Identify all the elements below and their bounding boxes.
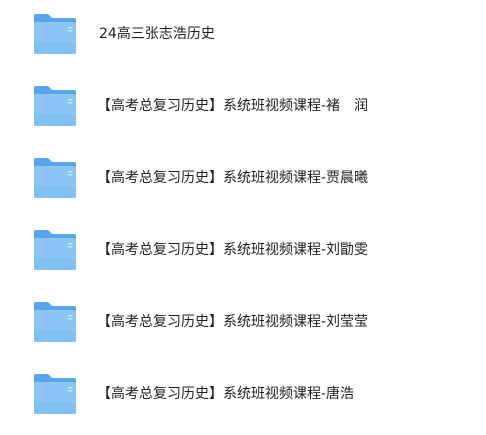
folder-icon [32,300,78,344]
folder-item[interactable]: 【高考总复习历史】系统班视频课程-唐浩 [0,366,486,422]
folder-icon [32,156,78,200]
folder-item[interactable]: 【高考总复习历史】系统班视频课程-刘莹莹 [0,294,486,350]
folder-name: 【高考总复习历史】系统班视频课程-唐浩 [97,386,355,402]
folder-name: 【高考总复习历史】系统班视频课程-褚 润 [97,98,369,114]
folder-icon [32,84,78,128]
folder-icon [32,12,78,56]
folder-name: 【高考总复习历史】系统班视频课程-刘莹莹 [97,314,369,330]
folder-icon [32,228,78,272]
folder-name: 【高考总复习历史】系统班视频课程-贾晨曦 [97,170,369,186]
folder-icon [32,372,78,416]
folder-item[interactable]: 24高三张志浩历史 [0,6,486,62]
folder-name: 24高三张志浩历史 [99,26,215,42]
folder-item[interactable]: 【高考总复习历史】系统班视频课程-贾晨曦 [0,150,486,206]
file-list: 24高三张志浩历史 【高考总复习历史】系统班视频课程-褚 润 【高考总复习历史】 [0,0,486,435]
folder-name: 【高考总复习历史】系统班视频课程-刘勖雯 [97,242,369,258]
folder-item[interactable]: 【高考总复习历史】系统班视频课程-刘勖雯 [0,222,486,278]
folder-item[interactable]: 【高考总复习历史】系统班视频课程-褚 润 [0,78,486,134]
